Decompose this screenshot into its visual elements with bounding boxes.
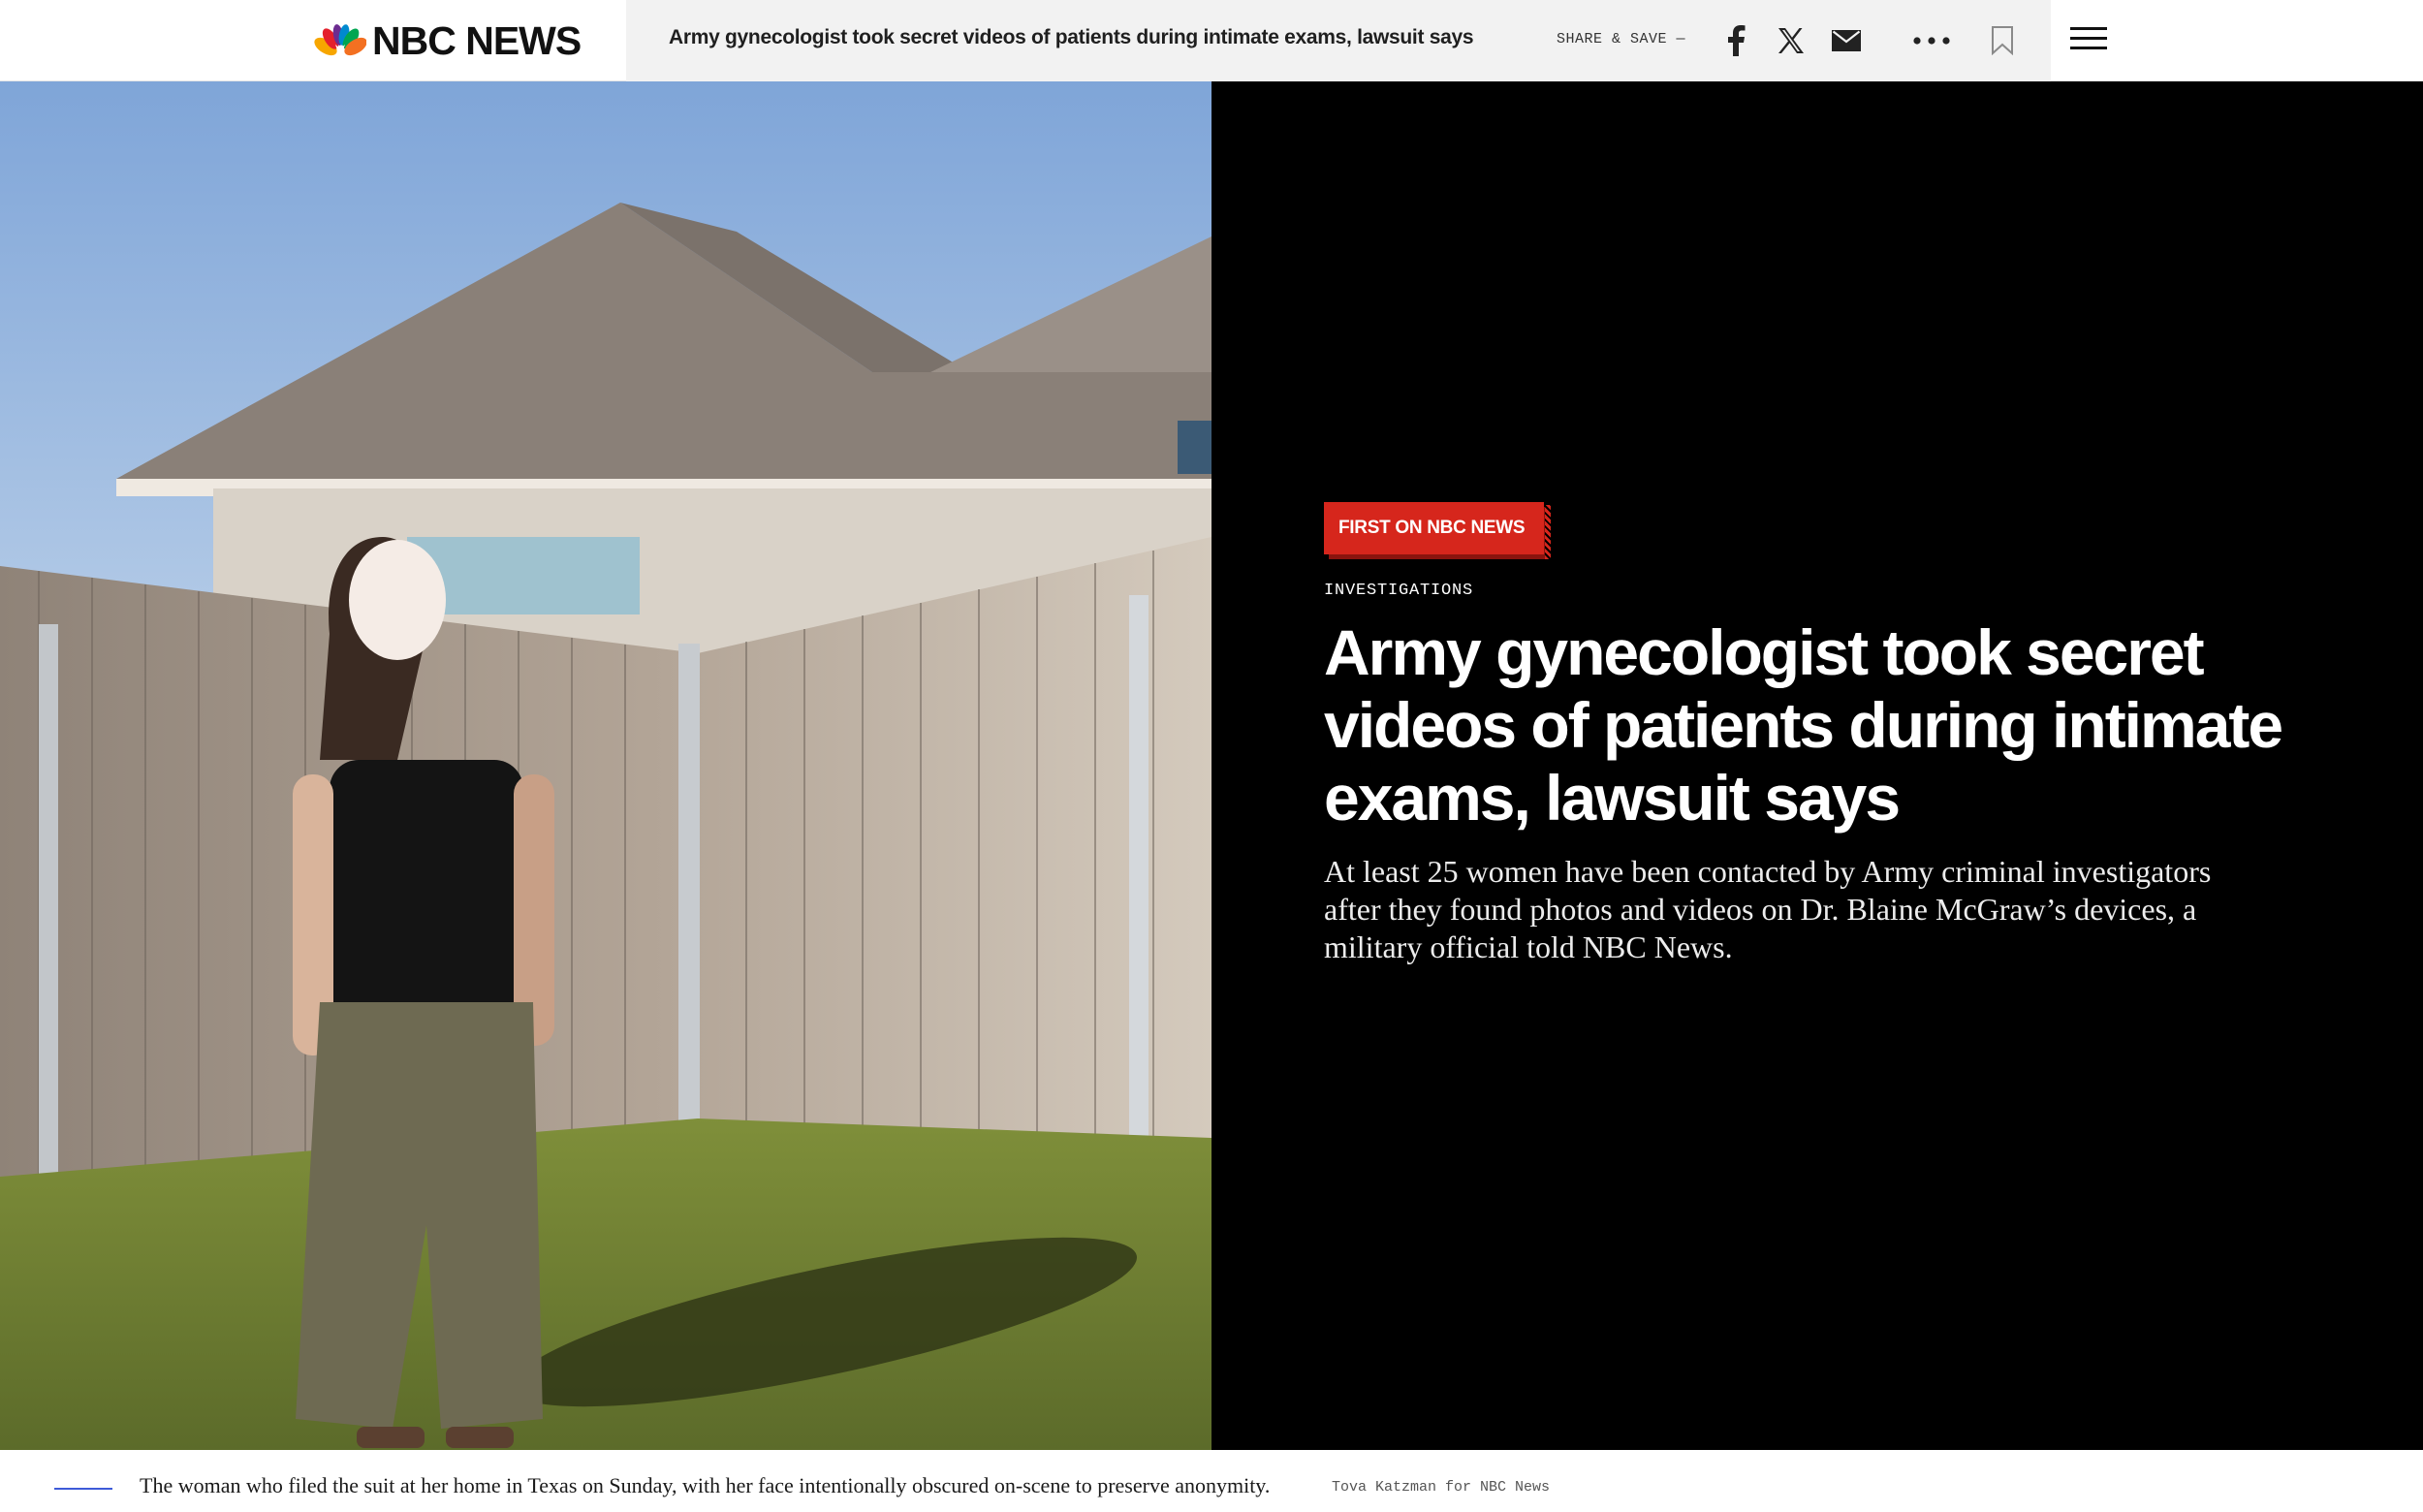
- more-options-button[interactable]: [1912, 21, 1951, 60]
- menu-button[interactable]: [2070, 21, 2109, 60]
- article-dek: At least 25 women have been contacted by…: [1324, 854, 2212, 964]
- email-share-button[interactable]: [1827, 21, 1866, 60]
- category-link[interactable]: INVESTIGATIONS: [1324, 582, 1473, 600]
- hero-text-panel: FIRST ON NBC NEWS INVESTIGATIONS Army gy…: [1212, 81, 2423, 1450]
- more-icon: [1913, 37, 1950, 45]
- x-share-button[interactable]: [1772, 21, 1810, 60]
- caption-rule: [54, 1488, 112, 1490]
- hero-image: [0, 81, 1212, 1450]
- article-headline: Army gynecologist took secret videos of …: [1324, 616, 2283, 834]
- facebook-share-button[interactable]: [1716, 21, 1755, 60]
- save-bookmark-button[interactable]: [1983, 21, 2022, 60]
- caption-text: The woman who filed the suit at her home…: [140, 1473, 1271, 1497]
- bookmark-icon: [1992, 26, 2013, 55]
- logo-wordmark: NBC NEWS: [372, 17, 582, 63]
- photo-credit: Tova Katzman for NBC News: [1332, 1479, 1551, 1496]
- menu-icon: [2070, 27, 2109, 49]
- share-save-label: SHARE & SAVE —: [1557, 31, 1686, 47]
- hero-photo: [0, 81, 1212, 1450]
- email-icon: [1832, 30, 1861, 51]
- facebook-icon: [1728, 25, 1746, 56]
- x-icon: [1778, 28, 1804, 53]
- peacock-logo-icon: [314, 24, 366, 58]
- first-on-badge: FIRST ON NBC NEWS: [1324, 502, 1552, 559]
- sticky-article-title: Army gynecologist took secret videos of …: [669, 26, 1474, 48]
- sticky-headline-bar: Army gynecologist took secret videos of …: [626, 0, 2051, 81]
- nbc-news-logo[interactable]: NBC NEWS: [314, 17, 582, 64]
- photo-caption: The woman who filed the suit at her home…: [0, 1450, 2423, 1512]
- site-header: NBC NEWS Army gynecologist took secret v…: [0, 0, 2423, 81]
